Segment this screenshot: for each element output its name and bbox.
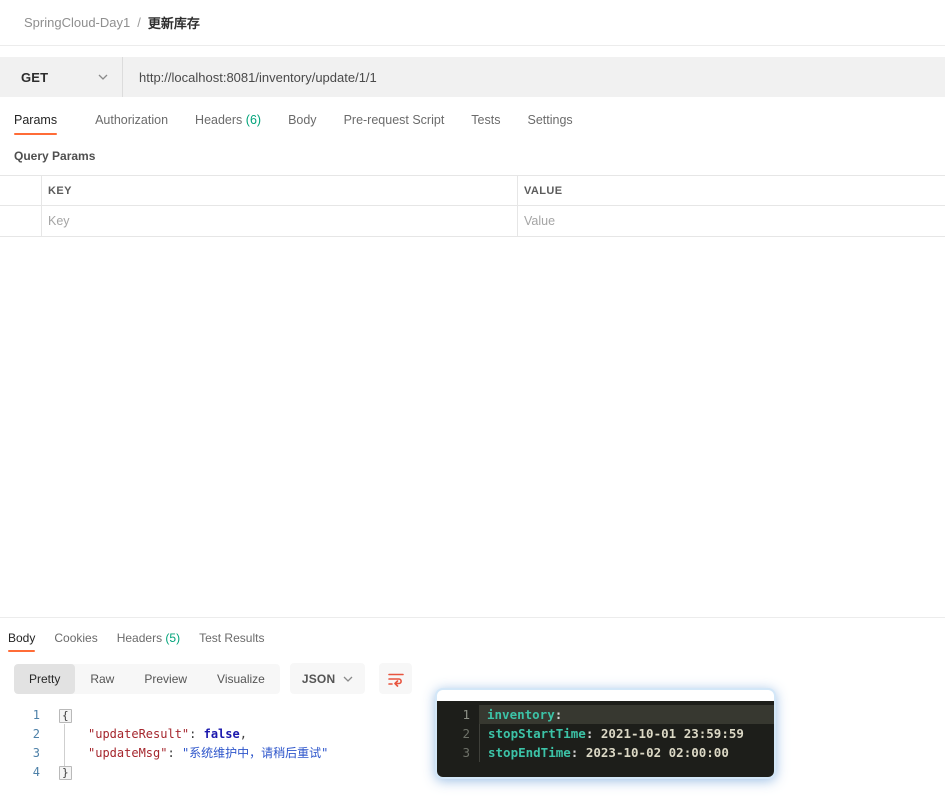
tab-pre-request-script[interactable]: Pre-request Script (344, 113, 445, 127)
yaml-snippet: 1 inventory: 2 stopStartTime: 2021-10-01… (437, 701, 774, 777)
method-select[interactable]: GET (0, 57, 123, 97)
fold-widget-open[interactable]: { (59, 709, 72, 723)
response-headers-count-badge: (5) (165, 631, 181, 645)
breadcrumb: SpringCloud-Day1 / 更新库存 (0, 0, 945, 46)
params-row-gutter (0, 206, 42, 236)
param-value-input[interactable] (518, 214, 945, 228)
params-header-row: KEY VALUE (0, 176, 945, 206)
response-tab-headers[interactable]: Headers (5) (117, 631, 180, 652)
headers-count-badge: (6) (245, 113, 262, 127)
params-gutter (0, 176, 42, 205)
wrap-text-button[interactable] (379, 663, 413, 694)
fold-widget-close[interactable]: } (59, 766, 72, 780)
line-number: 4 (32, 765, 40, 779)
url-input[interactable] (123, 69, 945, 85)
line-number: 2 (32, 727, 40, 741)
request-tabs: Params Authorization Headers (6) Body Pr… (0, 97, 945, 135)
view-mode-pretty[interactable]: Pretty (14, 663, 76, 694)
key-column-header: KEY (48, 184, 72, 197)
response-tab-test-results[interactable]: Test Results (199, 631, 264, 652)
query-params-table: KEY VALUE (0, 175, 945, 237)
tab-params[interactable]: Params (14, 113, 57, 135)
query-params-title: Query Params (14, 149, 96, 163)
tab-settings[interactable]: Settings (527, 113, 572, 127)
value-column-header: VALUE (524, 184, 563, 197)
wrap-text-icon (388, 673, 404, 687)
snippet-line-2: 2 stopStartTime: 2021-10-01 23:59:59 (437, 724, 774, 743)
line-number: 1 (32, 708, 40, 722)
response-tab-body[interactable]: Body (8, 631, 35, 652)
tab-body[interactable]: Body (288, 113, 317, 127)
chevron-down-icon (98, 74, 108, 80)
snippet-line-number: 3 (462, 745, 470, 760)
method-label: GET (21, 69, 49, 85)
fold-guide-line (64, 724, 65, 766)
line-number: 3 (32, 746, 40, 760)
breadcrumb-collection[interactable]: SpringCloud-Day1 (24, 15, 130, 30)
breadcrumb-request-name[interactable]: 更新库存 (148, 13, 200, 32)
params-input-row (0, 206, 945, 237)
chevron-down-icon (343, 676, 353, 682)
response-format-select[interactable]: JSON (289, 663, 366, 694)
snippet-line-number: 1 (462, 707, 470, 722)
tab-tests[interactable]: Tests (471, 113, 500, 127)
format-select-label: JSON (301, 671, 336, 686)
request-url-bar: GET (0, 57, 945, 97)
url-field-wrap (123, 57, 945, 97)
snippet-line-3: 3 stopEndTime: 2023-10-02 02:00:00 (437, 743, 774, 762)
view-mode-raw[interactable]: Raw (75, 664, 129, 694)
snippet-line-number: 2 (462, 726, 470, 741)
snippet-line-1: 1 inventory: (437, 705, 774, 724)
param-key-input[interactable] (42, 214, 517, 228)
response-tab-cookies[interactable]: Cookies (54, 631, 97, 652)
response-tabs: Body Cookies Headers (5) Test Results (0, 618, 945, 652)
tab-headers[interactable]: Headers (6) (195, 113, 261, 127)
breadcrumb-separator: / (137, 15, 141, 30)
config-snippet-overlay: 1 inventory: 2 stopStartTime: 2021-10-01… (437, 690, 774, 777)
tab-authorization[interactable]: Authorization (95, 113, 168, 127)
view-mode-preview[interactable]: Preview (129, 664, 202, 694)
view-mode-visualize[interactable]: Visualize (202, 664, 280, 694)
view-mode-switcher: Pretty Raw Preview Visualize (14, 663, 280, 694)
